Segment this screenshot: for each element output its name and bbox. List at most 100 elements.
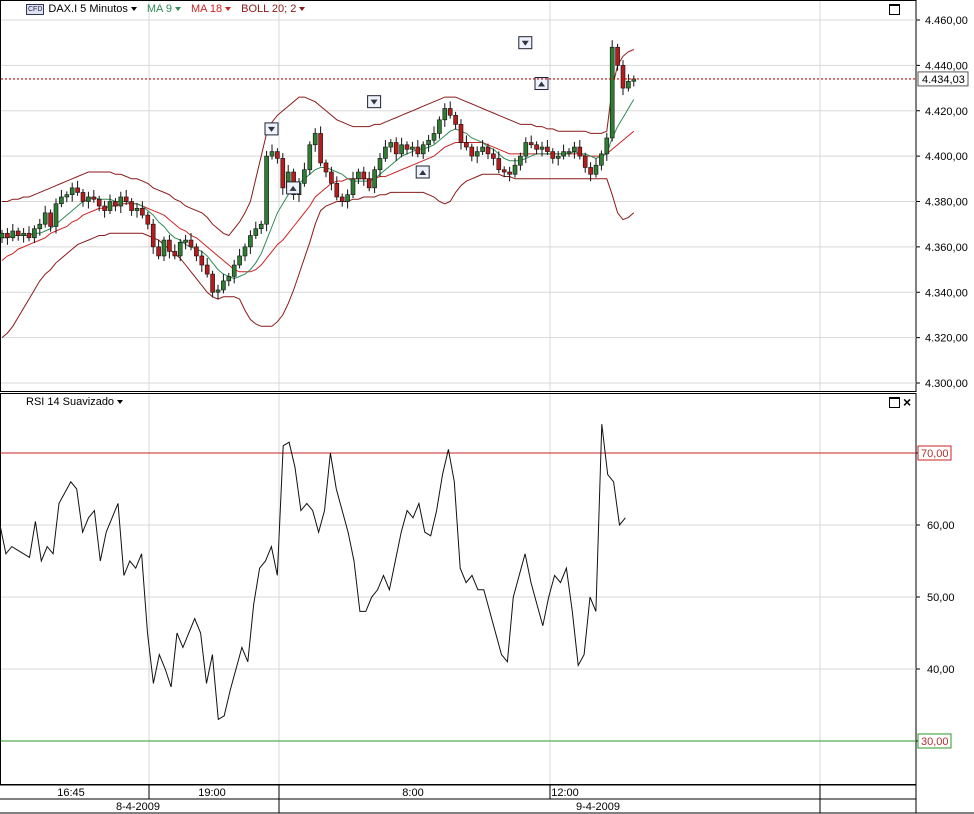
candle-body: [383, 146, 388, 159]
candle-body: [399, 144, 404, 155]
candle-body: [339, 196, 345, 202]
candle-body: [183, 239, 188, 243]
candle-body: [615, 46, 620, 66]
candle-body: [345, 194, 350, 202]
candle-body: [410, 146, 415, 150]
candle-body: [215, 289, 221, 293]
rsi-selector[interactable]: RSI 14 Suavizado: [26, 396, 124, 408]
rsi-panel[interactable]: 70,00 60,00 50,00 40,00 30,00: [0, 393, 955, 785]
candle-body: [80, 192, 86, 202]
time-label: 19:00: [198, 787, 226, 799]
candle-body: [107, 201, 113, 211]
candle-body: [199, 255, 205, 266]
candle-body: [96, 198, 102, 207]
candle-body: [545, 146, 550, 152]
candle-body: [129, 201, 134, 211]
candle-body: [485, 146, 491, 155]
rsi-legend: RSI 14 Suavizado: [26, 396, 124, 408]
candle-body: [588, 167, 593, 175]
candle-body: [491, 153, 496, 159]
candle-body: [102, 205, 107, 211]
chevron-down-icon: [299, 7, 306, 11]
candle-body: [431, 133, 437, 141]
candle-body: [248, 235, 253, 248]
candle-body: [420, 144, 426, 155]
symbol-selector[interactable]: CFD DAX.I 5 Minutos: [26, 3, 137, 15]
candle-body: [377, 158, 383, 171]
candle-body: [469, 146, 475, 157]
candle-body: [156, 246, 161, 257]
chevron-down-icon: [117, 400, 124, 404]
candle-body: [577, 146, 583, 157]
price-tick-label: 4.340,00: [925, 287, 968, 299]
boll-label: BOLL 20; 2: [241, 3, 297, 15]
rsi-tick-label: 60,00: [927, 520, 955, 532]
candle-body: [307, 144, 313, 171]
candle-body: [91, 196, 97, 200]
candle-body: [221, 280, 226, 291]
price-panel[interactable]: 4.460,00 4.440,00 4.420,00 4.400,00 4.380,00…: [0, 0, 969, 392]
candle-body: [458, 124, 464, 143]
candle-body: [447, 108, 453, 116]
candle-body: [404, 144, 410, 150]
time-label: 16:45: [57, 787, 85, 799]
candle-body: [464, 142, 469, 148]
candle: [264, 150, 269, 232]
candle-body: [534, 144, 539, 150]
candle-body: [334, 183, 340, 198]
price-tick-label: 4.360,00: [925, 242, 968, 254]
candle-body: [442, 108, 448, 121]
ma9-legend[interactable]: MA 9: [147, 3, 181, 15]
price-tick-label: 4.300,00: [925, 378, 968, 390]
candle-body: [318, 133, 323, 164]
candle-body: [599, 153, 604, 166]
candle-body: [123, 196, 129, 202]
candle-body: [264, 155, 269, 225]
candle-body: [302, 169, 307, 184]
candle-body: [329, 171, 334, 184]
rsi-plot-area: [0, 393, 917, 785]
candle-body: [528, 142, 534, 146]
close-icon[interactable]: ×: [903, 395, 911, 409]
candle-body: [539, 146, 545, 150]
candle-body: [69, 187, 75, 195]
candle-body: [555, 155, 561, 159]
buy-signal-marker: [286, 181, 301, 195]
time-label: 8:00: [402, 787, 423, 799]
price-legend: CFD DAX.I 5 Minutos MA 9 MA 18 BOLL 20; …: [26, 3, 306, 15]
candle-body: [15, 230, 21, 236]
candle-body: [572, 146, 577, 152]
candle-body: [226, 276, 232, 282]
candle-body: [507, 171, 512, 175]
ma18-legend[interactable]: MA 18: [190, 3, 232, 15]
date-label: 8-4-2009: [116, 801, 160, 813]
candle-body: [167, 239, 172, 252]
candle-body: [582, 155, 588, 168]
candle-body: [566, 151, 572, 154]
candle-body: [620, 65, 626, 89]
candle-body: [501, 169, 507, 173]
candle-body: [134, 208, 140, 211]
candle-body: [113, 201, 118, 207]
candle-body: [366, 178, 372, 189]
current-price-label: 4.434,03: [922, 74, 965, 86]
candle-body: [393, 142, 399, 155]
candle-body: [356, 171, 361, 180]
ma18-label: MA 18: [190, 3, 223, 15]
maximize-price-panel-button[interactable]: [889, 4, 900, 15]
candle-body: [231, 264, 237, 277]
maximize-rsi-panel-button[interactable]: [889, 397, 900, 408]
price-tick-label: 4.440,00: [925, 60, 968, 72]
candle-body: [10, 230, 16, 239]
candle-body: [437, 119, 442, 134]
candle-body: [388, 142, 394, 148]
candle-body: [75, 187, 80, 193]
time-axis: 16:45 19:00 8:00 12:00 8-4-2009 9-4-2009: [0, 784, 974, 814]
rsi-tick-label: 50,00: [927, 592, 955, 604]
boll-legend[interactable]: BOLL 20; 2: [241, 3, 306, 15]
rsi-tick-label: 40,00: [927, 664, 955, 676]
candle-body: [280, 158, 286, 189]
candle-body: [426, 139, 431, 146]
candle-body: [604, 137, 610, 155]
candle-body: [626, 80, 631, 89]
